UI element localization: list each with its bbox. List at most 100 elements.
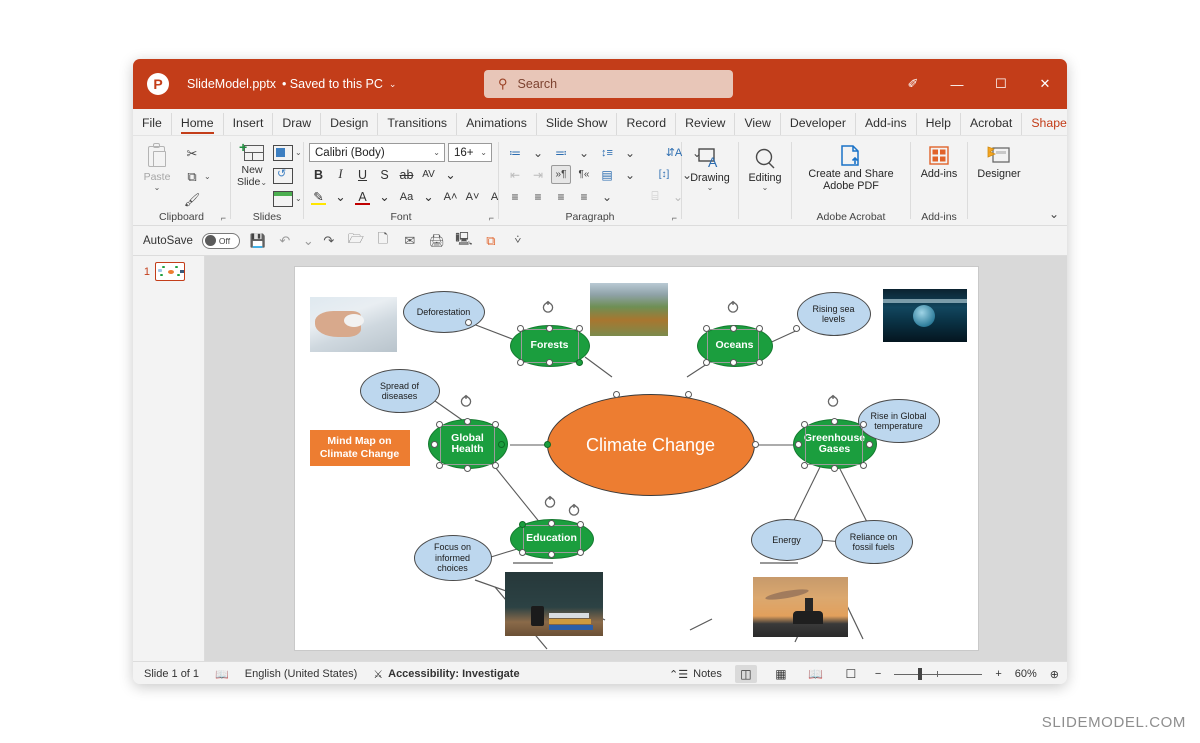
ribbon-collapse-icon[interactable]: ⌄ bbox=[1049, 207, 1059, 221]
layout-chevron-icon[interactable]: ⌄ bbox=[295, 148, 302, 157]
align-text-button[interactable]: [↕] bbox=[654, 165, 674, 184]
character-spacing-button[interactable]: AV bbox=[419, 165, 438, 184]
handle-oceans-bl[interactable] bbox=[702, 359, 710, 366]
rotate-handle-greenhouse[interactable] bbox=[826, 394, 840, 408]
strikethrough-button[interactable]: ab bbox=[397, 165, 416, 184]
handle-gh-bl[interactable] bbox=[435, 462, 443, 469]
handle-oceans-tr[interactable] bbox=[755, 325, 763, 332]
handle-gg-br[interactable] bbox=[859, 462, 867, 469]
view-slide-sorter-button[interactable]: ▦ bbox=[770, 665, 792, 683]
thumbnail-item-1[interactable]: 1 bbox=[133, 262, 204, 281]
underwater-globe-photo[interactable] bbox=[882, 289, 967, 342]
slide-counter[interactable]: Slide 1 of 1 bbox=[144, 668, 199, 680]
bold-button[interactable]: B bbox=[309, 165, 328, 184]
handle-center-left[interactable] bbox=[543, 441, 551, 448]
handle-center-right[interactable] bbox=[751, 441, 759, 448]
tab-insert[interactable]: Insert bbox=[224, 113, 274, 135]
tab-view[interactable]: View bbox=[735, 113, 781, 135]
redo-icon[interactable]: ↷ bbox=[320, 233, 338, 249]
justify-chevron-icon[interactable]: ⌄ bbox=[597, 187, 617, 206]
handle-gh-tr[interactable] bbox=[491, 421, 499, 428]
tab-help[interactable]: Help bbox=[917, 113, 961, 135]
undo-icon[interactable]: ↶ bbox=[276, 233, 294, 249]
chevron-down-icon[interactable]: ⌄ bbox=[389, 79, 397, 90]
underline-button[interactable]: U bbox=[353, 165, 372, 184]
bullets-chevron-icon[interactable]: ⌄ bbox=[528, 143, 548, 162]
align-right-button[interactable]: ≡ bbox=[551, 187, 571, 206]
text-direction-button[interactable]: ⇵A bbox=[664, 143, 684, 162]
handle-edu-tl[interactable] bbox=[518, 521, 526, 528]
handle-gh-tl[interactable] bbox=[435, 421, 443, 428]
notes-book-icon[interactable]: 📖 bbox=[215, 668, 229, 681]
handle-center-top-left[interactable] bbox=[612, 391, 620, 398]
document-title-area[interactable]: SlideModel.pptx • Saved to this PC ⌄ bbox=[187, 77, 396, 91]
tab-transitions[interactable]: Transitions bbox=[378, 113, 458, 135]
highlight-chevron-icon[interactable]: ⌄ bbox=[331, 187, 350, 206]
zoom-slider[interactable] bbox=[894, 667, 983, 681]
handle-oceans-tl[interactable] bbox=[702, 325, 710, 332]
new-slide-button[interactable]: + New Slide⌄ bbox=[231, 140, 273, 189]
node-climate-change[interactable]: Climate Change bbox=[546, 394, 755, 496]
tab-draw[interactable]: Draw bbox=[273, 113, 322, 135]
handle-edu-bl[interactable] bbox=[518, 549, 526, 556]
format-painter-button[interactable]: 🖌 bbox=[181, 189, 211, 210]
clipboard-dialog-launcher-icon[interactable]: ⌐ bbox=[221, 211, 226, 225]
pen-icon[interactable]: ✐ bbox=[891, 59, 935, 109]
rotate-handle-center[interactable] bbox=[567, 503, 581, 517]
tab-add-ins[interactable]: Add-ins bbox=[856, 113, 917, 135]
handle-gg-tc[interactable] bbox=[830, 418, 838, 425]
handle-gh-tc[interactable] bbox=[463, 418, 471, 425]
designer-button[interactable]: Designer bbox=[968, 140, 1030, 180]
columns-button[interactable]: ▤ bbox=[597, 165, 617, 184]
rtl-text-direction-button[interactable]: ¶« bbox=[574, 165, 594, 184]
editing-button[interactable]: Editing ⌄ bbox=[739, 140, 791, 192]
notes-button[interactable]: ⌃☰ Notes bbox=[669, 668, 722, 681]
maximize-button[interactable]: ☐ bbox=[979, 59, 1023, 109]
handle-edu-br[interactable] bbox=[576, 549, 584, 556]
zoom-in-button[interactable]: + bbox=[995, 668, 1001, 680]
node-focus-on-informed-choices[interactable]: Focus on informed choices bbox=[413, 535, 492, 581]
node-rising-sea-levels[interactable]: Rising sea levels bbox=[796, 292, 871, 336]
numbering-chevron-icon[interactable]: ⌄ bbox=[574, 143, 594, 162]
decrease-font-size-button[interactable]: A˅ bbox=[463, 187, 482, 206]
autosave-toggle[interactable]: Off bbox=[201, 232, 240, 249]
node-deforestation[interactable]: Deforestation bbox=[402, 291, 485, 333]
minimize-button[interactable]: — bbox=[935, 59, 979, 109]
search-box[interactable]: ⚲ Search bbox=[484, 70, 733, 98]
character-spacing-chevron-icon[interactable]: ⌄ bbox=[441, 165, 460, 184]
copy-button[interactable]: ⧉ ⌄ bbox=[181, 166, 210, 187]
font-dialog-launcher-icon[interactable]: ⌐ bbox=[489, 211, 494, 225]
node-reliance-on-fossil-fuels[interactable]: Reliance on fossil fuels bbox=[834, 520, 913, 564]
font-name-input[interactable]: Calibri (Body) ⌄ bbox=[309, 143, 445, 162]
save-icon[interactable]: 💾 bbox=[249, 233, 267, 249]
thumbnail-preview[interactable] bbox=[155, 262, 185, 281]
change-case-chevron-icon[interactable]: ⌄ bbox=[419, 187, 438, 206]
paragraph-dialog-launcher-icon[interactable]: ⌐ bbox=[672, 211, 677, 225]
text-shadow-button[interactable]: S bbox=[375, 165, 394, 184]
line-spacing-chevron-icon[interactable]: ⌄ bbox=[620, 143, 640, 162]
rotate-handle-global-health[interactable] bbox=[459, 394, 473, 408]
classroom-books-photo[interactable] bbox=[504, 572, 603, 636]
editing-chevron-icon[interactable]: ⌄ bbox=[762, 183, 769, 192]
close-button[interactable]: ✕ bbox=[1023, 59, 1067, 109]
text-highlight-button[interactable]: ✎ bbox=[309, 187, 328, 206]
change-case-button[interactable]: Aa bbox=[397, 187, 416, 206]
language-label[interactable]: English (United States) bbox=[245, 668, 358, 680]
accessibility-status[interactable]: ⚔ Accessibility: Investigate bbox=[373, 668, 519, 681]
handle-gh-br[interactable] bbox=[491, 462, 499, 469]
ltr-text-direction-button[interactable]: »¶ bbox=[551, 165, 571, 184]
handle-edu-tc[interactable] bbox=[547, 520, 555, 527]
convert-to-smartart-button[interactable]: ⌸ bbox=[645, 187, 665, 206]
tab-shape-format[interactable]: Shape Format bbox=[1022, 113, 1067, 135]
print-preview-icon[interactable]: 🖨 bbox=[428, 233, 446, 249]
handle-gg-mr[interactable] bbox=[865, 441, 873, 448]
handle-forests-tl[interactable] bbox=[516, 325, 524, 332]
handle-edu-tr[interactable] bbox=[576, 521, 584, 528]
bullets-button[interactable]: ≔ bbox=[505, 143, 525, 162]
handle-edu-bc[interactable] bbox=[547, 551, 555, 558]
layout-button[interactable]: ⌄ bbox=[273, 142, 302, 163]
mind-map-title-label[interactable]: Mind Map on Climate Change bbox=[309, 430, 410, 466]
forest-hillside-photo[interactable] bbox=[589, 283, 668, 336]
tab-acrobat[interactable]: Acrobat bbox=[961, 113, 1023, 135]
decrease-indent-button[interactable]: ⇤ bbox=[505, 165, 525, 184]
